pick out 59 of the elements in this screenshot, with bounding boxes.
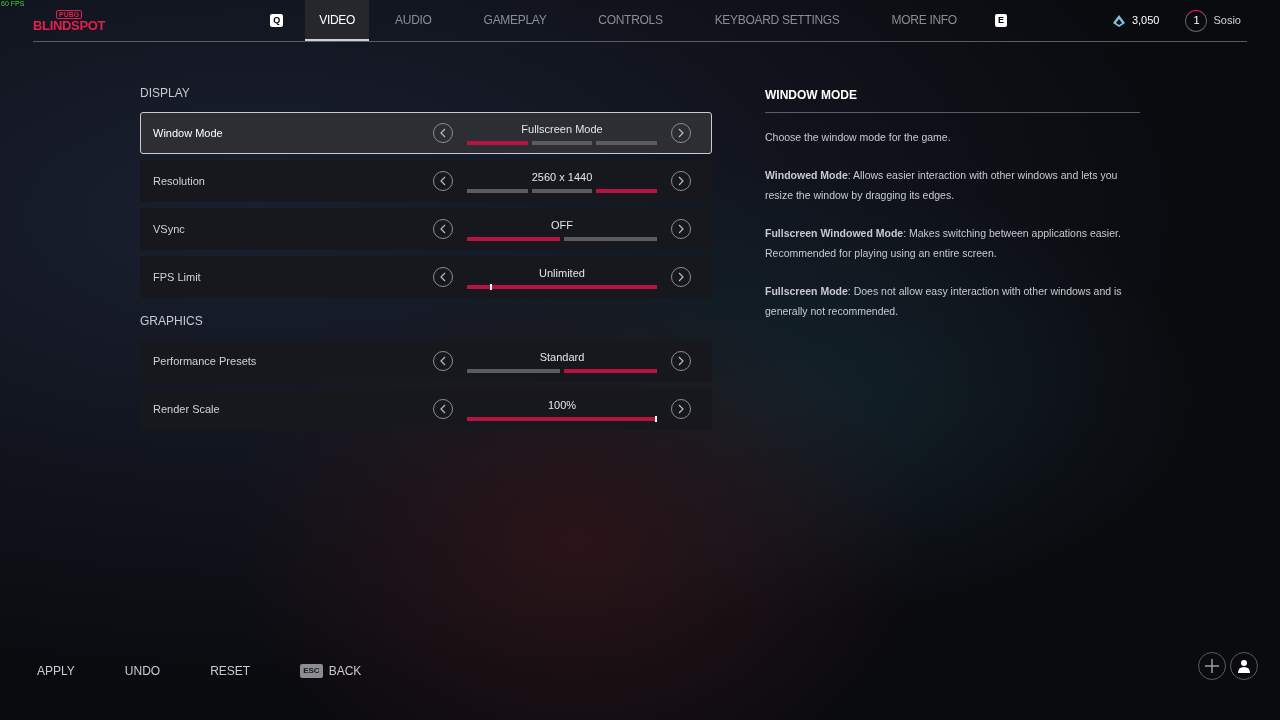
info-paragraph: Windowed Mode: Allows easier interaction with other windows and lets you resize the window by dragging its edges.	[765, 168, 1119, 203]
section-title: GRAPHICS	[140, 313, 204, 330]
setting-value: OFF	[551, 219, 573, 231]
slider-track[interactable]	[467, 416, 657, 421]
player-name: Sosio	[1213, 13, 1241, 29]
plus-icon	[1204, 658, 1220, 674]
nav-tab[interactable]: KEYBOARD SETTINGS	[688, 0, 866, 41]
key-hint: ESC	[300, 664, 323, 678]
setting-row[interactable]: Resolution 2560 x 1440	[140, 160, 712, 202]
info-paragraph: Fullscreen Windowed Mode: Makes switching between applications easier. Recommended for playing using an entire screen.	[765, 226, 1122, 261]
chevron-left-icon	[439, 356, 447, 366]
setting-row[interactable]: Performance Presets Standard	[140, 340, 712, 382]
setting-value: Standard	[539, 351, 585, 363]
footer-action[interactable]: ESC BACK	[300, 662, 362, 680]
slider-track[interactable]	[467, 284, 657, 289]
footer-action[interactable]: RESET	[210, 662, 251, 680]
setting-label: Render Scale	[153, 401, 221, 417]
setting-label: Window Mode	[153, 125, 224, 141]
info-title: WINDOW MODE	[765, 86, 1140, 113]
setting-value: Fullscreen Mode	[521, 123, 603, 135]
setting-label: Performance Presets	[153, 353, 258, 369]
slider-thumb[interactable]	[489, 283, 492, 290]
setting-value: Unlimited	[539, 267, 585, 279]
chevron-left-icon	[439, 128, 447, 138]
chevron-left-icon	[439, 404, 447, 414]
info-paragraph: Fullscreen Mode: Does not allow easy interaction with other windows and is generally not recommended.	[765, 284, 1123, 319]
setting-label: FPS Limit	[153, 269, 202, 285]
info-paragraph: Choose the window mode for the game.	[765, 130, 952, 145]
crystal-icon	[1111, 13, 1126, 28]
chevron-left-icon	[439, 176, 447, 186]
nav-tab[interactable]: GAMEPLAY	[457, 0, 573, 41]
setting-value: 2560 x 1440	[531, 171, 593, 183]
chevron-right-icon	[677, 128, 685, 138]
nav-tab[interactable]: MORE INFO	[865, 0, 983, 41]
key-hint: E	[994, 13, 1007, 28]
chevron-right-icon	[677, 272, 685, 282]
chevron-right-icon	[677, 224, 685, 234]
setting-value: 100%	[547, 399, 577, 411]
chevron-right-icon	[677, 404, 685, 414]
user-icon	[1237, 659, 1251, 673]
logo-text: BLINDSPOT	[33, 18, 106, 32]
setting-label: Resolution	[153, 173, 206, 189]
nav-tab[interactable]: AUDIO	[369, 0, 458, 41]
footer-action[interactable]: UNDO	[124, 662, 161, 680]
setting-row[interactable]: Render Scale 100%	[140, 388, 712, 430]
currency-amount: 3,050	[1131, 13, 1160, 29]
chevron-right-icon	[677, 176, 685, 186]
chevron-left-icon	[439, 224, 447, 234]
chevron-left-icon	[439, 272, 447, 282]
key-hint: Q	[270, 13, 284, 28]
nav-tab[interactable]: VIDEO	[305, 0, 370, 41]
setting-row[interactable]: VSync OFF	[140, 208, 712, 250]
setting-label: VSync	[153, 221, 186, 237]
setting-row[interactable]: Window Mode Fullscreen Mode	[140, 112, 712, 154]
chevron-right-icon	[677, 356, 685, 366]
section-title: DISPLAY	[140, 85, 191, 102]
nav-tab[interactable]: CONTROLS	[572, 0, 689, 41]
setting-row[interactable]: FPS Limit Unlimited	[140, 256, 712, 298]
footer-action[interactable]: APPLY	[37, 662, 75, 680]
